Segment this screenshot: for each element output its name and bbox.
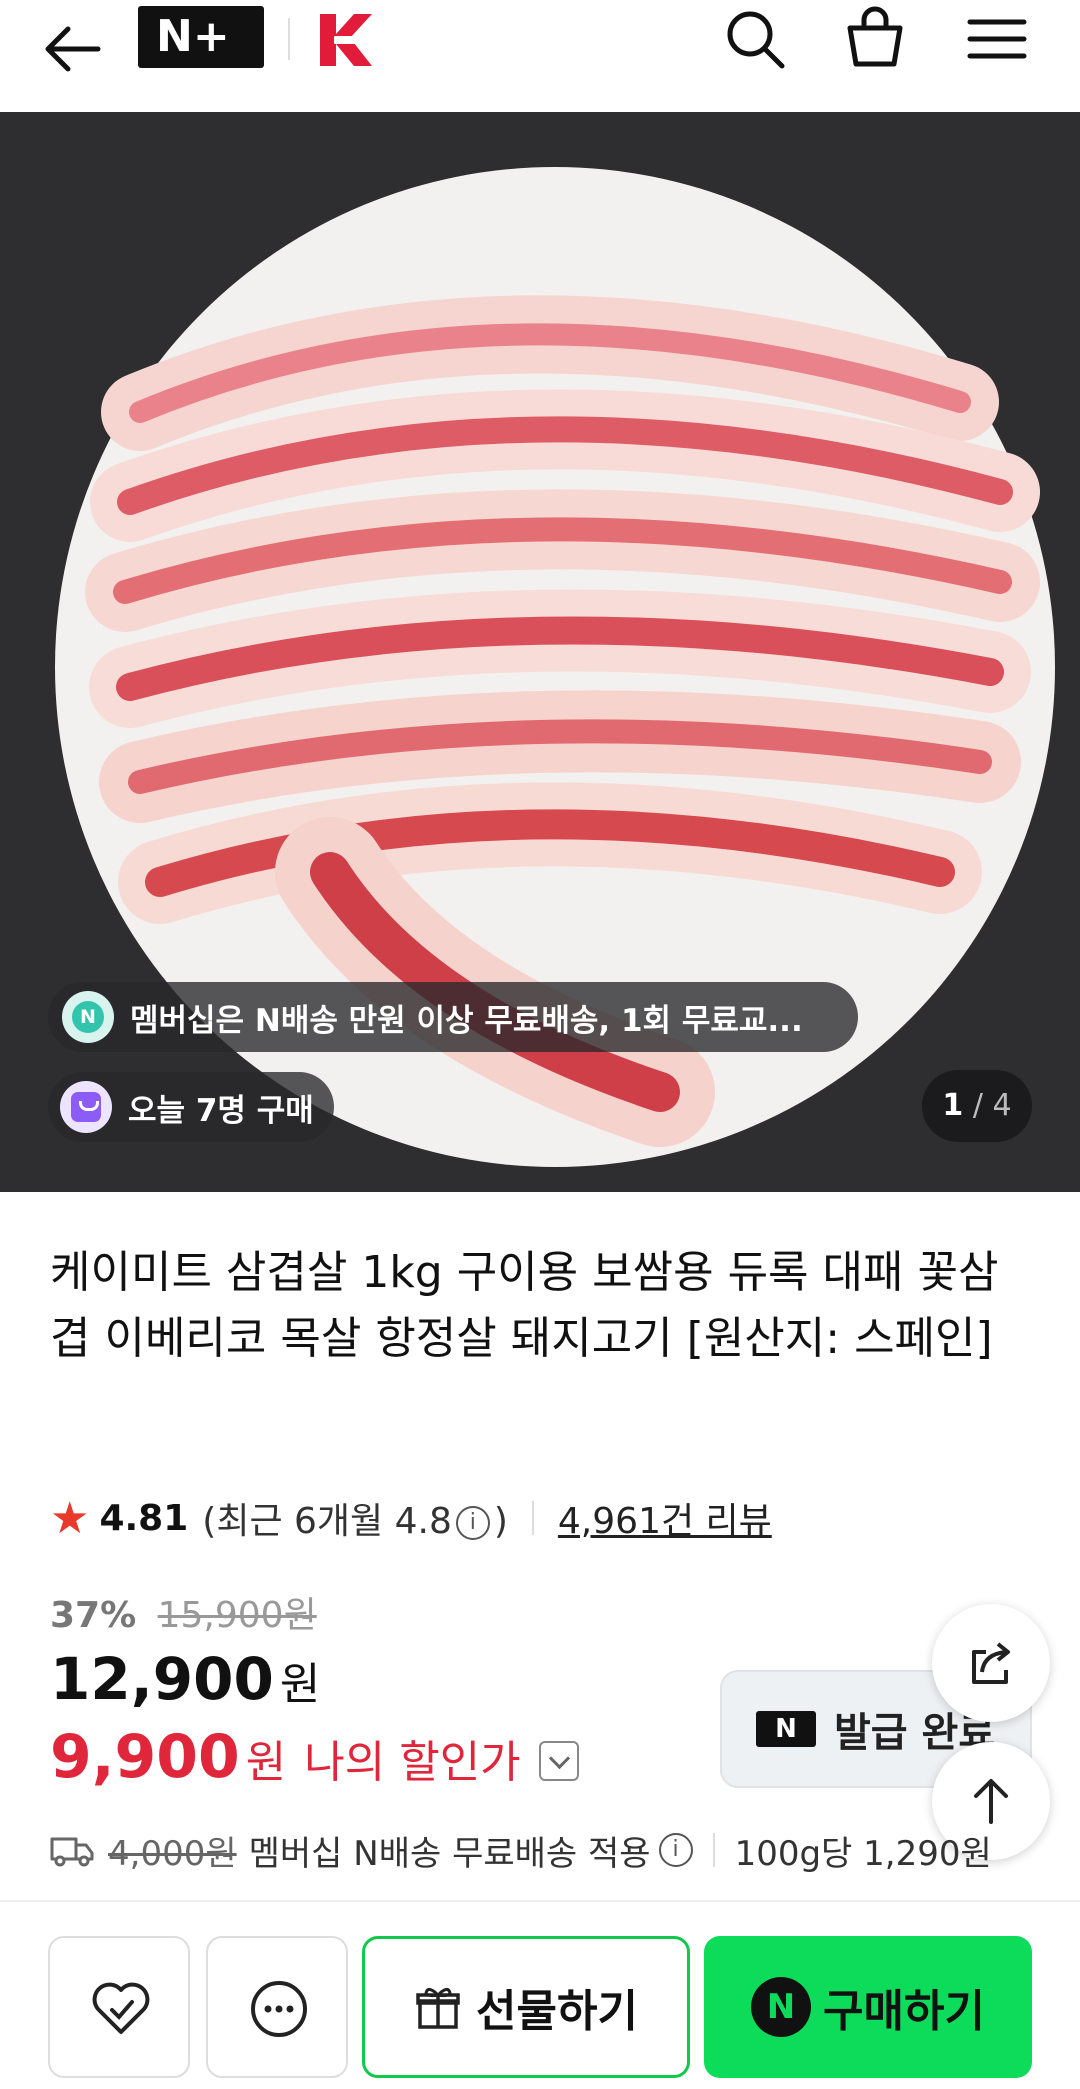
today-purchase-badge: 오늘 7명 구매: [48, 1072, 334, 1142]
brand-divider: [288, 18, 290, 60]
my-price-label: 나의 할인가: [304, 1737, 521, 1788]
page-current: 1: [942, 1088, 964, 1123]
review-count-link[interactable]: 4,961건 리뷰: [558, 1492, 772, 1544]
n-delivery-icon: N: [62, 991, 114, 1043]
chat-bubble-icon: [251, 1981, 307, 2037]
sale-price: 12,900 원: [50, 1645, 320, 1713]
delivery-fee: 4,000원: [108, 1833, 237, 1874]
naver-n-icon: N: [756, 1711, 816, 1747]
nplus-logo-text: N+: [156, 11, 230, 62]
buy-button[interactable]: N 구매하기: [704, 1936, 1032, 2078]
promo-text: 멤버십은 N배송 만원 이상 무료배송, 1회 무료교...: [130, 1002, 803, 1039]
search-icon[interactable]: [720, 2, 790, 74]
divider: [712, 1833, 715, 1867]
my-price-value: 9,900: [50, 1722, 240, 1792]
top-header: N+: [0, 0, 1080, 112]
divider: [531, 1501, 534, 1535]
shopping-bag-icon: [60, 1081, 112, 1133]
rating-score: 4.81: [99, 1497, 189, 1539]
buy-label: 구매하기: [823, 1986, 985, 2037]
my-discount-price[interactable]: 9,900 원 나의 할인가: [50, 1722, 579, 1792]
share-icon: [972, 1642, 1010, 1684]
product-title: 케이미트 삼겹살 1kg 구이용 보쌈용 듀록 대패 꽃삼겹 이베리코 목살 항…: [50, 1247, 999, 1364]
membership-promo-banner[interactable]: N 멤버십은 N배송 만원 이상 무료배송, 1회 무료교...: [48, 982, 858, 1052]
discount-percent: 37%: [50, 1595, 137, 1636]
chevron-down-icon[interactable]: [538, 1741, 579, 1781]
info-icon[interactable]: i: [455, 1506, 490, 1540]
info-icon[interactable]: i: [658, 1833, 693, 1867]
heart-check-icon: [92, 1982, 150, 2034]
menu-icon[interactable]: [962, 2, 1032, 74]
delivery-text: 멤버십 N배송 무료배송 적용: [248, 1833, 651, 1874]
image-page-indicator: 1 / 4: [922, 1070, 1032, 1142]
wishlist-button[interactable]: [48, 1936, 190, 2078]
page-total: 4: [992, 1088, 1012, 1123]
original-price: 15,900원: [157, 1595, 317, 1636]
today-purchase-text: 오늘 7명 구매: [128, 1092, 314, 1129]
discount-row: 37% 15,900원: [50, 1586, 317, 1638]
gift-button[interactable]: 선물하기: [362, 1936, 690, 2078]
product-image-carousel[interactable]: N 멤버십은 N배송 만원 이상 무료배송, 1회 무료교... 오늘 7명 구…: [0, 112, 1080, 1192]
share-button[interactable]: [932, 1604, 1050, 1722]
kmeat-logo[interactable]: [314, 10, 376, 70]
recent-rating: (최근 6개월 4.8 i): [202, 1501, 508, 1542]
my-price-unit: 원: [245, 1737, 287, 1788]
unit-price: 100g당 1,290원: [734, 1833, 992, 1874]
rating-row: ★ 4.81 (최근 6개월 4.8 i) 4,961건 리뷰: [50, 1492, 772, 1544]
cart-icon[interactable]: [840, 2, 910, 74]
talk-talk-button[interactable]: [206, 1936, 348, 2078]
gift-label: 선물하기: [476, 1986, 638, 2037]
sale-price-unit: 원: [279, 1659, 321, 1710]
truck-icon: [50, 1837, 94, 1867]
back-arrow-icon[interactable]: [38, 14, 108, 84]
naver-pay-icon: N: [751, 1977, 812, 2037]
gift-icon: [416, 1988, 460, 2029]
sale-price-value: 12,900: [50, 1645, 274, 1713]
nplus-logo[interactable]: N+: [138, 6, 264, 68]
delivery-info-row: 4,000원 멤버십 N배송 무료배송 적용 i 100g당 1,290원: [50, 1820, 992, 1880]
star-icon: ★: [50, 1492, 90, 1544]
arrow-up-icon: [974, 1779, 1008, 1824]
bottom-action-bar: 선물하기 N 구매하기: [0, 1900, 1080, 2089]
